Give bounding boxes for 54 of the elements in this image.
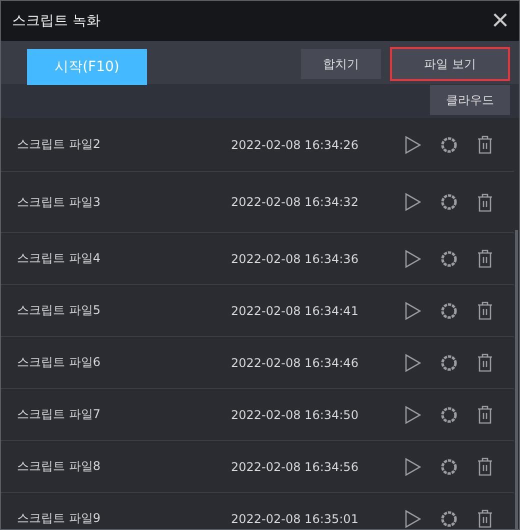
script-time: 2022-02-08 16:34:26 bbox=[231, 138, 360, 152]
play-icon[interactable] bbox=[405, 354, 421, 372]
delete-icon[interactable] bbox=[477, 353, 493, 372]
play-icon[interactable] bbox=[405, 510, 421, 528]
script-time: 2022-02-08 16:34:50 bbox=[231, 408, 360, 422]
script-time: 2022-02-08 16:35:01 bbox=[231, 512, 360, 526]
play-icon[interactable] bbox=[405, 458, 421, 476]
settings-icon[interactable] bbox=[440, 406, 458, 424]
script-row[interactable]: 스크립트 파일8 2022-02-08 16:34:56 bbox=[1, 441, 514, 493]
script-row[interactable]: 스크립트 파일7 2022-02-08 16:34:50 bbox=[1, 389, 514, 441]
play-icon[interactable] bbox=[405, 406, 421, 424]
script-name: 스크립트 파일2 bbox=[17, 136, 102, 153]
script-row[interactable]: 스크립트 파일5 2022-02-08 16:34:41 bbox=[1, 285, 514, 337]
settings-icon[interactable] bbox=[440, 136, 458, 154]
settings-icon[interactable] bbox=[440, 354, 458, 372]
script-name: 스크립트 파일6 bbox=[17, 354, 102, 371]
script-row[interactable]: 스크립트 파일3 2022-02-08 16:34:32 bbox=[1, 172, 514, 233]
script-name: 스크립트 파일3 bbox=[17, 194, 102, 210]
settings-icon[interactable] bbox=[440, 458, 458, 476]
script-name: 스크립트 파일8 bbox=[17, 458, 102, 475]
settings-icon[interactable] bbox=[440, 193, 458, 211]
window-title: 스크립트 녹화 bbox=[12, 12, 100, 30]
script-row[interactable]: 스크립트 파일9 2022-02-08 16:35:01 bbox=[1, 493, 514, 529]
play-icon[interactable] bbox=[405, 193, 421, 211]
delete-icon[interactable] bbox=[477, 249, 493, 268]
play-icon[interactable] bbox=[405, 250, 421, 268]
delete-icon[interactable] bbox=[477, 301, 493, 320]
delete-icon[interactable] bbox=[477, 509, 493, 528]
delete-icon[interactable] bbox=[477, 405, 493, 424]
delete-icon[interactable] bbox=[477, 457, 493, 476]
play-icon[interactable] bbox=[405, 302, 421, 320]
settings-icon[interactable] bbox=[440, 302, 458, 320]
script-time: 2022-02-08 16:34:36 bbox=[231, 252, 360, 266]
script-name: 스크립트 파일9 bbox=[17, 510, 102, 527]
script-name: 스크립트 파일7 bbox=[17, 406, 102, 423]
script-time: 2022-02-08 16:34:41 bbox=[231, 304, 360, 318]
merge-button[interactable]: 합치기 bbox=[301, 49, 381, 79]
script-name: 스크립트 파일5 bbox=[17, 302, 102, 319]
settings-icon[interactable] bbox=[440, 510, 458, 528]
script-time: 2022-02-08 16:34:56 bbox=[231, 460, 360, 474]
delete-icon[interactable] bbox=[477, 192, 493, 212]
delete-icon[interactable] bbox=[477, 135, 493, 154]
script-row[interactable]: 스크립트 파일4 2022-02-08 16:34:36 bbox=[1, 233, 514, 285]
scrollbar[interactable] bbox=[515, 230, 518, 529]
settings-icon[interactable] bbox=[440, 250, 458, 268]
view-files-button[interactable]: 파일 보기 bbox=[390, 47, 510, 81]
script-time: 2022-02-08 16:34:32 bbox=[231, 195, 360, 209]
cloud-button[interactable]: 클라우드 bbox=[430, 85, 510, 115]
play-icon[interactable] bbox=[405, 136, 421, 154]
script-name: 스크립트 파일4 bbox=[17, 250, 102, 267]
script-time: 2022-02-08 16:34:46 bbox=[231, 356, 360, 370]
close-button[interactable]: × bbox=[487, 6, 513, 36]
script-row[interactable]: 스크립트 파일6 2022-02-08 16:34:46 bbox=[1, 337, 514, 389]
script-row[interactable]: 스크립트 파일2 2022-02-08 16:34:26 bbox=[1, 118, 514, 172]
